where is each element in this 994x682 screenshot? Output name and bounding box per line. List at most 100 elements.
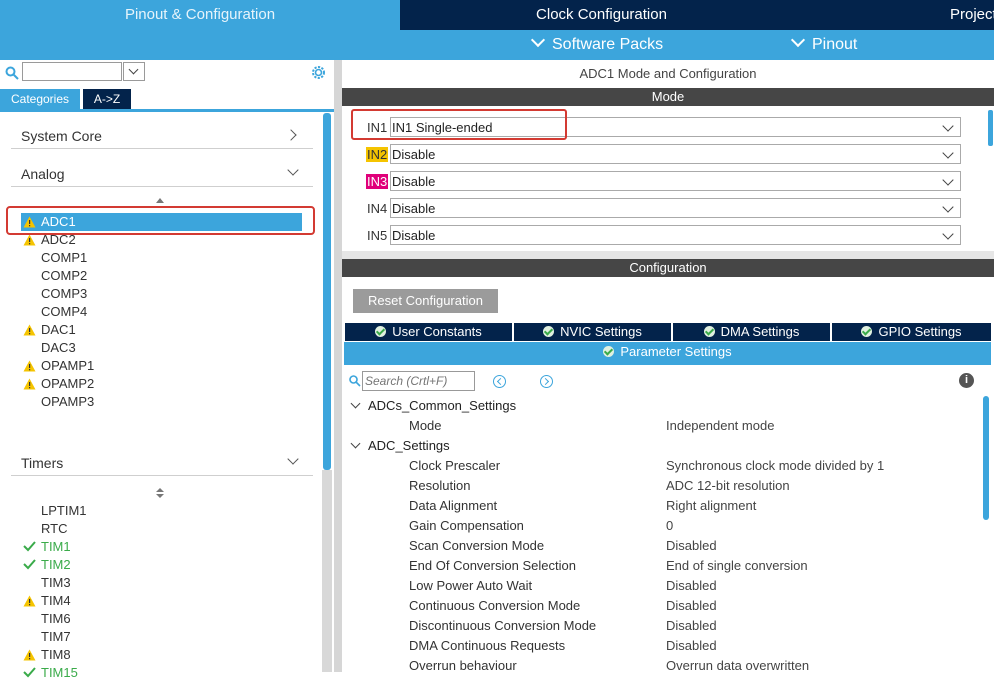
list-item-label: OPAMP1 — [41, 358, 95, 373]
group-label: ADC_Settings — [368, 438, 450, 453]
panel-splitter[interactable] — [334, 60, 342, 672]
tab-underline — [344, 362, 991, 365]
tab-dma-settings[interactable]: DMA Settings — [673, 323, 830, 341]
panel-title: ADC1 Mode and Configuration — [579, 66, 757, 81]
parameter-row[interactable]: Scan Conversion Mode Disabled — [409, 538, 969, 558]
left-scrollbar[interactable] — [323, 113, 331, 470]
list-item-label: DAC3 — [41, 340, 76, 355]
parameter-value[interactable]: Disabled — [666, 638, 717, 653]
list-item-label: TIM3 — [41, 575, 71, 590]
scroll-up-icon[interactable] — [156, 198, 164, 204]
category-search-input[interactable] — [22, 62, 122, 81]
category-label: Timers — [21, 455, 64, 471]
annotation-box-in1 — [351, 109, 567, 140]
gear-icon[interactable] — [310, 64, 327, 81]
group-adc-settings[interactable]: ADC_Settings — [350, 438, 450, 453]
tab-label: User Constants — [392, 324, 482, 339]
scroll-updown-icon[interactable] — [156, 488, 164, 498]
tab-categories[interactable]: Categories — [0, 89, 80, 109]
chevron-down-icon — [942, 174, 954, 186]
info-icon[interactable]: i — [959, 373, 974, 388]
parameter-value[interactable]: End of single conversion — [666, 558, 808, 573]
parameter-row[interactable]: Resolution ADC 12-bit resolution — [409, 478, 969, 498]
list-item-label: TIM7 — [41, 629, 71, 644]
tab-label: Parameter Settings — [620, 344, 732, 359]
parameter-row[interactable]: Data Alignment Right alignment — [409, 498, 969, 518]
select-value: Disable — [392, 228, 436, 243]
select-value: Disable — [392, 174, 436, 189]
reset-configuration-button[interactable]: Reset Configuration — [353, 289, 498, 313]
parameter-value[interactable]: Independent mode — [666, 418, 774, 433]
category-system-core[interactable]: System Core — [11, 122, 313, 149]
tab-a-to-z[interactable]: A->Z — [83, 89, 131, 109]
input-label: IN2 — [366, 147, 389, 162]
tab-gpio-settings[interactable]: GPIO Settings — [832, 323, 991, 341]
tab-pinout-configuration[interactable]: Pinout & Configuration — [0, 0, 400, 30]
parameter-name: Scan Conversion Mode — [409, 538, 545, 553]
chevron-down-icon — [287, 453, 299, 465]
list-item-label: TIM15 — [41, 665, 78, 680]
tab-user-constants[interactable]: User Constants — [345, 323, 512, 341]
in2-mode-select[interactable]: Disable — [390, 144, 961, 164]
mode-header: Mode — [342, 88, 994, 106]
list-item-label: COMP3 — [41, 286, 88, 301]
parameter-value[interactable]: Synchronous clock mode divided by 1 — [666, 458, 884, 473]
parameter-scrollbar[interactable] — [983, 396, 989, 520]
parameter-search-input[interactable] — [362, 371, 475, 391]
input-row-in5: IN5 Disable — [342, 225, 982, 247]
input-row-in2: IN2 Disable — [342, 144, 982, 166]
search-icon — [349, 375, 361, 387]
parameter-row[interactable]: Gain Compensation 0 — [409, 518, 969, 538]
parameter-row[interactable]: Continuous Conversion Mode Disabled — [409, 598, 969, 618]
parameter-value[interactable]: Disabled — [666, 578, 717, 593]
parameter-value[interactable]: ADC 12-bit resolution — [666, 478, 790, 493]
parameter-value[interactable]: Disabled — [666, 598, 717, 613]
warning-icon — [23, 378, 36, 390]
parameter-name: Data Alignment — [409, 498, 498, 513]
parameter-row[interactable]: End Of Conversion Selection End of single… — [409, 558, 969, 578]
software-packs-label: Software Packs — [552, 36, 664, 53]
group-adcs-common-settings[interactable]: ADCs_Common_Settings — [350, 398, 516, 413]
in4-mode-select[interactable]: Disable — [390, 198, 961, 218]
previous-match-icon[interactable] — [493, 375, 506, 388]
list-item-label: TIM2 — [41, 557, 71, 572]
tab-project-manager[interactable]: Project — [803, 0, 994, 30]
parameter-row[interactable]: Overrun behaviour Overrun data overwritte… — [409, 658, 969, 678]
parameter-row[interactable]: Clock Prescaler Synchronous clock mode di… — [409, 458, 969, 478]
in3-mode-select[interactable]: Disable — [390, 171, 961, 191]
parameter-row[interactable]: Mode Independent mode — [409, 418, 969, 438]
parameter-value[interactable]: Right alignment — [666, 498, 756, 513]
top-tab-bar: Pinout & Configuration Clock Configurati… — [0, 0, 994, 30]
check-circle-icon — [603, 346, 615, 357]
next-match-icon[interactable] — [540, 375, 553, 388]
pinout-menu[interactable]: Pinout — [790, 30, 857, 60]
category-analog[interactable]: Analog — [11, 160, 313, 187]
check-icon — [23, 559, 36, 570]
left-scroll-track[interactable] — [322, 470, 332, 672]
mode-scrollbar[interactable] — [988, 110, 993, 146]
tab-clock-configuration[interactable]: Clock Configuration — [401, 0, 802, 30]
parameter-name: Continuous Conversion Mode — [409, 598, 581, 613]
parameter-value[interactable]: Disabled — [666, 538, 717, 553]
list-item-label: LPTIM1 — [41, 503, 87, 518]
category-timers[interactable]: Timers — [11, 449, 313, 476]
tab-label: GPIO Settings — [878, 324, 962, 339]
tab-parameter-settings[interactable]: Parameter Settings — [344, 342, 991, 362]
parameter-row[interactable]: DMA Continuous Requests Disabled — [409, 638, 969, 658]
list-item-label: COMP2 — [41, 268, 88, 283]
chevron-down-icon — [287, 164, 299, 176]
parameter-row[interactable]: Low Power Auto Wait Disabled — [409, 578, 969, 598]
warning-icon — [23, 324, 36, 336]
in5-mode-select[interactable]: Disable — [390, 225, 961, 245]
parameter-value[interactable]: Disabled — [666, 618, 717, 633]
tab-label: DMA Settings — [720, 324, 800, 339]
parameter-value[interactable]: 0 — [666, 518, 673, 533]
software-packs-menu[interactable]: Software Packs — [530, 30, 664, 60]
tab-nvic-settings[interactable]: NVIC Settings — [514, 323, 671, 341]
parameter-value[interactable]: Overrun data overwritten — [666, 658, 809, 673]
section-separator[interactable] — [342, 251, 994, 259]
parameter-row[interactable]: Discontinuous Conversion Mode Disabled — [409, 618, 969, 638]
search-history-dropdown[interactable] — [123, 62, 145, 81]
warning-icon — [23, 595, 36, 607]
check-icon — [23, 667, 36, 678]
